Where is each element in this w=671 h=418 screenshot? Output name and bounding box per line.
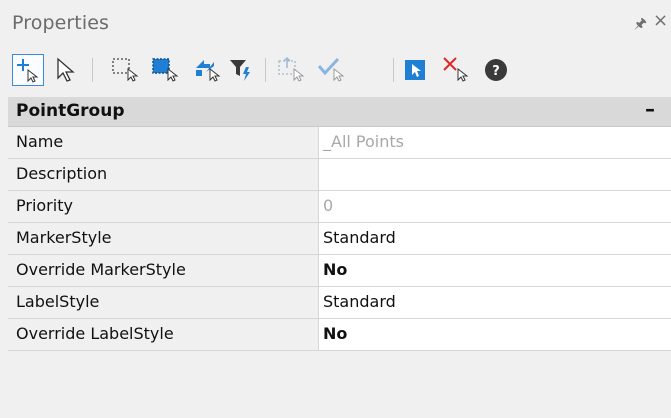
section-header-pointgroup[interactable]: PointGroup – bbox=[8, 97, 671, 127]
highlight-button[interactable] bbox=[400, 54, 432, 86]
filter-icon bbox=[230, 60, 250, 81]
close-icon[interactable]: × bbox=[653, 10, 668, 31]
property-name: Description bbox=[16, 164, 108, 183]
property-name: MarkerStyle bbox=[16, 228, 112, 247]
panel-titlebar: Properties 🖈 × bbox=[0, 0, 671, 42]
arrow-cursor-icon bbox=[57, 57, 75, 82]
checkmark-icon bbox=[317, 57, 345, 82]
window-select-button[interactable] bbox=[110, 54, 142, 86]
property-value[interactable]: No bbox=[323, 260, 347, 279]
export-selection-button[interactable] bbox=[276, 54, 308, 86]
toolbar-separator bbox=[265, 58, 266, 82]
property-row-description[interactable]: Description bbox=[8, 159, 671, 191]
property-name: Override MarkerStyle bbox=[16, 260, 186, 279]
export-icon bbox=[278, 56, 305, 82]
quick-filter-button[interactable] bbox=[226, 54, 258, 86]
section-label: PointGroup bbox=[16, 101, 125, 121]
blue-cursor-icon bbox=[405, 60, 425, 80]
collapse-icon[interactable]: – bbox=[645, 97, 655, 121]
crossing-select-button[interactable] bbox=[150, 54, 182, 86]
deselect-button[interactable] bbox=[440, 54, 472, 86]
property-row-priority[interactable]: Priority 0 bbox=[8, 191, 671, 223]
property-name: Name bbox=[16, 132, 64, 151]
property-name: LabelStyle bbox=[16, 292, 100, 311]
property-row-override-labelstyle[interactable]: Override LabelStyle No bbox=[8, 319, 671, 351]
swap-arrows-icon bbox=[196, 60, 221, 82]
check-selection-button[interactable] bbox=[316, 54, 348, 86]
property-row-name[interactable]: Name _All Points bbox=[8, 127, 671, 159]
property-row-labelstyle[interactable]: LabelStyle Standard bbox=[8, 287, 671, 319]
toolbar-separator bbox=[92, 58, 93, 82]
swap-selection-button[interactable] bbox=[192, 54, 224, 86]
help-button[interactable]: ? bbox=[481, 54, 513, 86]
toolbar: ? bbox=[0, 46, 671, 92]
property-name: Override LabelStyle bbox=[16, 324, 174, 343]
property-row-markerstyle[interactable]: MarkerStyle Standard bbox=[8, 223, 671, 255]
pin-icon[interactable]: 🖈 bbox=[634, 13, 647, 37]
red-x-icon bbox=[443, 57, 469, 82]
property-grid: PointGroup – Name _All Points Descriptio… bbox=[8, 97, 671, 351]
add-selection-button[interactable] bbox=[12, 54, 44, 86]
toolbar-separator bbox=[393, 58, 394, 82]
blue-dotted-rect-icon bbox=[152, 58, 179, 82]
help-icon: ? bbox=[485, 59, 507, 81]
property-value: 0 bbox=[323, 196, 334, 215]
dotted-rect-icon bbox=[112, 58, 139, 82]
panel-title: Properties bbox=[12, 12, 110, 34]
property-value[interactable]: No bbox=[323, 324, 347, 343]
property-value[interactable]: Standard bbox=[323, 292, 396, 311]
property-value[interactable]: Standard bbox=[323, 228, 396, 247]
select-objects-button[interactable] bbox=[50, 54, 82, 86]
property-value: _All Points bbox=[323, 132, 404, 151]
property-row-override-markerstyle[interactable]: Override MarkerStyle No bbox=[8, 255, 671, 287]
property-name: Priority bbox=[16, 196, 73, 215]
plus-arrow-icon bbox=[17, 59, 39, 83]
svg-text:?: ? bbox=[492, 64, 500, 79]
